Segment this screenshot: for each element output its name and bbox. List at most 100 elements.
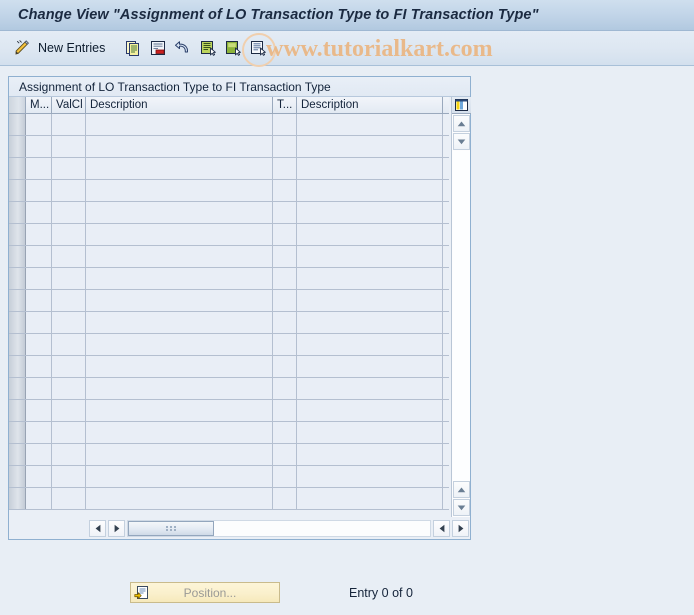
header-description-1[interactable]: Description xyxy=(86,97,273,113)
position-button[interactable]: Position... xyxy=(130,582,280,603)
row-select-cell[interactable] xyxy=(9,466,26,487)
cell-movement[interactable] xyxy=(26,180,52,201)
cell-description2[interactable] xyxy=(297,180,443,201)
row-select-cell[interactable] xyxy=(9,158,26,179)
header-description-2[interactable]: Description xyxy=(297,97,443,113)
row-select-cell[interactable] xyxy=(9,356,26,377)
cell-valcl[interactable] xyxy=(52,400,86,421)
row-select-cell[interactable] xyxy=(9,422,26,443)
row-select-cell[interactable] xyxy=(9,202,26,223)
row-select-cell[interactable] xyxy=(9,488,26,509)
table-row[interactable] xyxy=(9,422,449,444)
cell-valcl[interactable] xyxy=(52,136,86,157)
scroll-down-icon[interactable] xyxy=(453,133,470,150)
cell-valcl[interactable] xyxy=(52,224,86,245)
cell-description2[interactable] xyxy=(297,246,443,267)
details-icon[interactable] xyxy=(249,39,267,57)
row-select-cell[interactable] xyxy=(9,312,26,333)
cell-description1[interactable] xyxy=(86,180,273,201)
cell-movement[interactable] xyxy=(26,400,52,421)
table-row[interactable] xyxy=(9,334,449,356)
row-select-cell[interactable] xyxy=(9,246,26,267)
cell-movement[interactable] xyxy=(26,224,52,245)
table-row[interactable] xyxy=(9,466,449,488)
header-movement-type[interactable]: M... xyxy=(26,97,52,113)
table-row[interactable] xyxy=(9,290,449,312)
cell-valcl[interactable] xyxy=(52,312,86,333)
cell-valcl[interactable] xyxy=(52,290,86,311)
cell-ttype[interactable] xyxy=(273,334,297,355)
cell-movement[interactable] xyxy=(26,290,52,311)
cell-valcl[interactable] xyxy=(52,268,86,289)
cell-ttype[interactable] xyxy=(273,114,297,135)
cell-valcl[interactable] xyxy=(52,356,86,377)
cell-description2[interactable] xyxy=(297,378,443,399)
cell-description2[interactable] xyxy=(297,290,443,311)
cell-ttype[interactable] xyxy=(273,444,297,465)
cell-description1[interactable] xyxy=(86,444,273,465)
cell-description1[interactable] xyxy=(86,422,273,443)
cell-description1[interactable] xyxy=(86,400,273,421)
delete-row-icon[interactable] xyxy=(149,39,167,57)
cell-description2[interactable] xyxy=(297,400,443,421)
cell-movement[interactable] xyxy=(26,444,52,465)
cell-ttype[interactable] xyxy=(273,290,297,311)
cell-movement[interactable] xyxy=(26,378,52,399)
table-row[interactable] xyxy=(9,158,449,180)
header-row-selector[interactable] xyxy=(9,97,26,113)
undo-icon[interactable] xyxy=(174,39,192,57)
cell-movement[interactable] xyxy=(26,422,52,443)
scroll-left-end-icon[interactable] xyxy=(433,520,450,537)
row-select-cell[interactable] xyxy=(9,224,26,245)
cell-valcl[interactable] xyxy=(52,488,86,509)
cell-movement[interactable] xyxy=(26,312,52,333)
cell-valcl[interactable] xyxy=(52,444,86,465)
cell-movement[interactable] xyxy=(26,158,52,179)
row-select-cell[interactable] xyxy=(9,268,26,289)
cell-description2[interactable] xyxy=(297,268,443,289)
row-select-cell[interactable] xyxy=(9,400,26,421)
cell-ttype[interactable] xyxy=(273,466,297,487)
new-entries-button[interactable]: New Entries xyxy=(13,35,105,61)
table-row[interactable] xyxy=(9,488,449,510)
cell-valcl[interactable] xyxy=(52,202,86,223)
cell-description1[interactable] xyxy=(86,268,273,289)
cell-description1[interactable] xyxy=(86,334,273,355)
cell-description1[interactable] xyxy=(86,488,273,509)
row-select-cell[interactable] xyxy=(9,334,26,355)
scroll-left-icon[interactable] xyxy=(89,520,106,537)
page-up-icon[interactable] xyxy=(453,481,470,498)
cell-description2[interactable] xyxy=(297,334,443,355)
table-row[interactable] xyxy=(9,136,449,158)
row-select-cell[interactable] xyxy=(9,378,26,399)
cell-description1[interactable] xyxy=(86,356,273,377)
row-select-cell[interactable] xyxy=(9,114,26,135)
cell-description2[interactable] xyxy=(297,224,443,245)
row-select-cell[interactable] xyxy=(9,180,26,201)
cell-description1[interactable] xyxy=(86,136,273,157)
cell-valcl[interactable] xyxy=(52,246,86,267)
scroll-right-end-icon[interactable] xyxy=(452,520,469,537)
table-row[interactable] xyxy=(9,268,449,290)
row-select-cell[interactable] xyxy=(9,444,26,465)
table-row[interactable] xyxy=(9,224,449,246)
header-transaction-type[interactable]: T... xyxy=(273,97,297,113)
cell-description1[interactable] xyxy=(86,114,273,135)
table-row[interactable] xyxy=(9,246,449,268)
cell-description2[interactable] xyxy=(297,312,443,333)
cell-description2[interactable] xyxy=(297,202,443,223)
cell-ttype[interactable] xyxy=(273,422,297,443)
cell-description1[interactable] xyxy=(86,466,273,487)
horizontal-scrollbar[interactable] xyxy=(9,518,470,539)
vertical-scrollbar[interactable] xyxy=(451,97,471,517)
scroll-right-icon[interactable] xyxy=(108,520,125,537)
vertical-scroll-track[interactable] xyxy=(453,151,470,481)
cell-description2[interactable] xyxy=(297,422,443,443)
cell-description1[interactable] xyxy=(86,378,273,399)
cell-ttype[interactable] xyxy=(273,400,297,421)
cell-ttype[interactable] xyxy=(273,136,297,157)
cell-description2[interactable] xyxy=(297,444,443,465)
row-select-cell[interactable] xyxy=(9,290,26,311)
cell-valcl[interactable] xyxy=(52,378,86,399)
table-row[interactable] xyxy=(9,378,449,400)
